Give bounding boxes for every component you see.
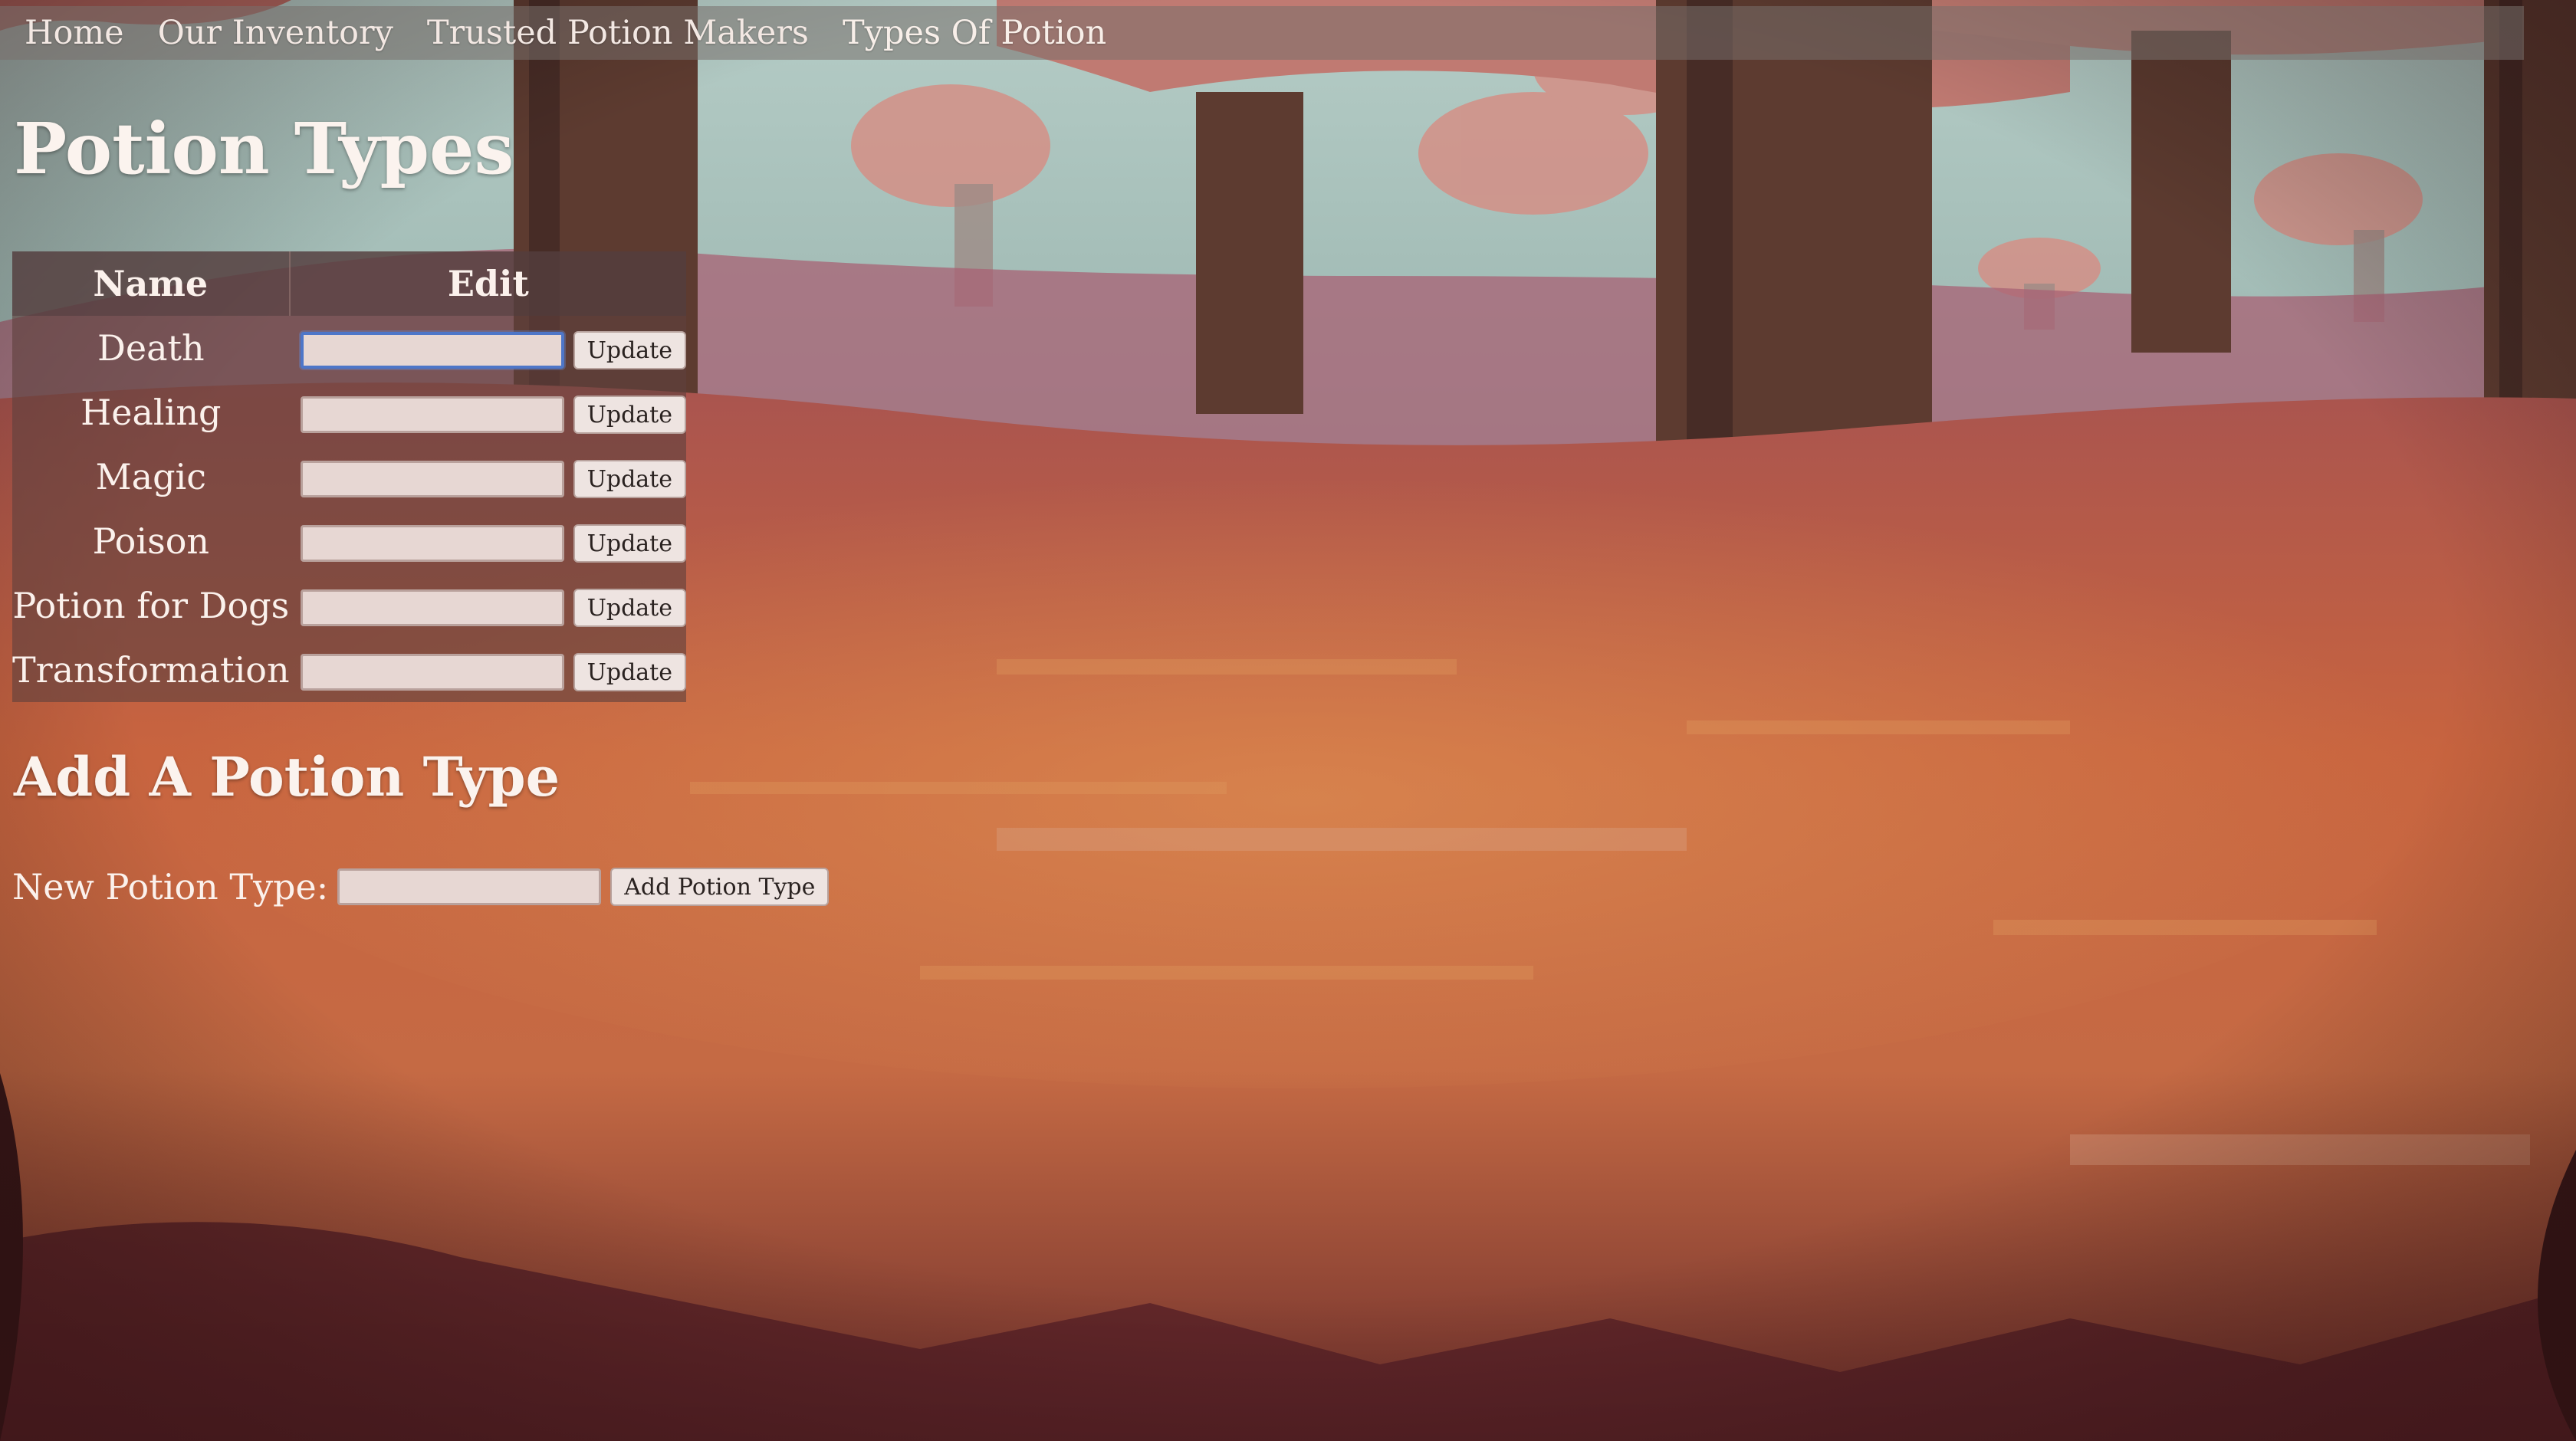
update-button[interactable]: Update	[573, 396, 686, 434]
add-potion-type-form: New Potion Type: Add Potion Type	[12, 866, 830, 908]
new-potion-type-label: New Potion Type:	[12, 866, 329, 908]
top-nav: Home Our Inventory Trusted Potion Makers…	[0, 6, 2524, 60]
edit-cell: Update	[290, 638, 686, 702]
nav-inventory-link[interactable]: Our Inventory	[158, 14, 393, 52]
table-header-row: Name Edit	[12, 251, 686, 316]
potion-type-name: Magic	[95, 456, 207, 497]
potion-type-edit-input[interactable]	[300, 332, 564, 369]
nav-potion-makers-link[interactable]: Trusted Potion Makers	[427, 14, 809, 52]
new-potion-type-input[interactable]	[337, 868, 602, 905]
add-potion-type-button[interactable]: Add Potion Type	[610, 868, 830, 906]
potion-type-edit-input[interactable]	[300, 396, 564, 433]
potion-type-name: Healing	[80, 392, 222, 433]
page-title: Potion Types	[14, 107, 514, 190]
update-button[interactable]: Update	[573, 460, 686, 498]
forest-background	[0, 0, 2576, 1441]
update-button[interactable]: Update	[573, 524, 686, 563]
potion-type-name: Poison	[92, 520, 210, 562]
table-row: Transformation Update	[12, 638, 686, 702]
potion-types-table: Name Edit Death Update Healing Update Ma…	[12, 251, 686, 702]
column-header-name: Name	[12, 251, 291, 316]
edit-cell: Update	[290, 316, 686, 380]
table-row: Death Update	[12, 316, 686, 380]
edit-cell: Update	[290, 509, 686, 573]
update-button[interactable]: Update	[573, 589, 686, 627]
table-row: Magic Update	[12, 445, 686, 509]
table-row: Healing Update	[12, 380, 686, 445]
update-button[interactable]: Update	[573, 653, 686, 691]
table-row: Potion for Dogs Update	[12, 573, 686, 638]
potion-type-edit-input[interactable]	[300, 654, 564, 691]
add-potion-type-heading: Add A Potion Type	[14, 745, 560, 809]
table-row: Poison Update	[12, 509, 686, 573]
potion-type-name: Death	[97, 327, 205, 369]
edit-cell: Update	[290, 573, 686, 638]
potion-type-edit-input[interactable]	[300, 589, 564, 626]
column-header-edit: Edit	[289, 251, 686, 316]
edit-cell: Update	[290, 445, 686, 509]
nav-potion-types-link[interactable]: Types Of Potion	[843, 14, 1106, 52]
update-button[interactable]: Update	[573, 331, 686, 369]
potion-type-edit-input[interactable]	[300, 525, 564, 562]
potion-type-edit-input[interactable]	[300, 461, 564, 497]
potion-type-name: Transformation	[12, 649, 290, 691]
potion-type-name: Potion for Dogs	[12, 585, 290, 626]
edit-cell: Update	[290, 380, 686, 445]
nav-home-link[interactable]: Home	[25, 14, 124, 52]
